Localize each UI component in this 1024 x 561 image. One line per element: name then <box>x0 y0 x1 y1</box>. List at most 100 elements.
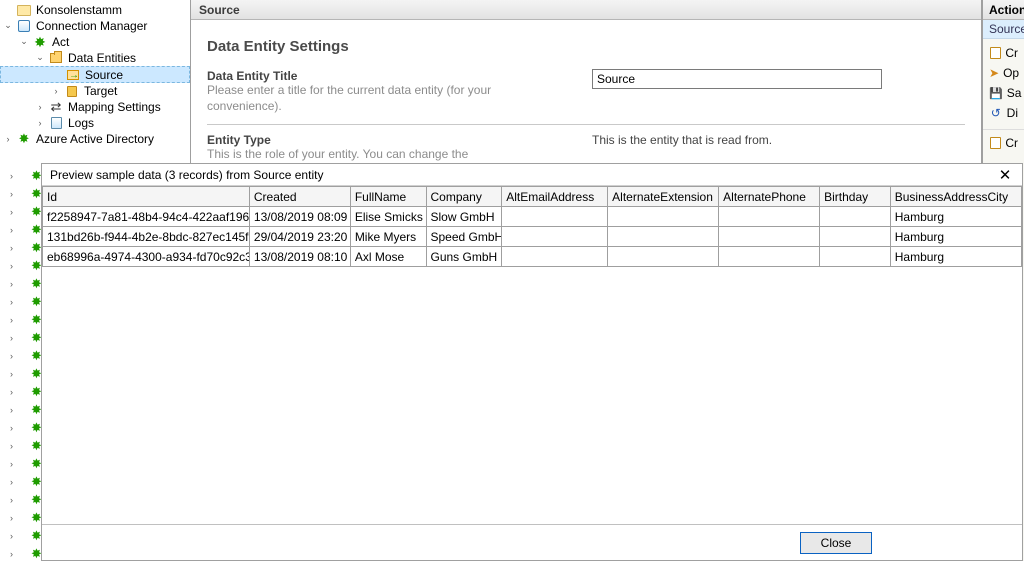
action-open[interactable]: Op <box>983 63 1024 83</box>
tree-label: Data Entities <box>66 50 138 66</box>
content-header: Source <box>191 0 981 20</box>
target-icon <box>64 83 80 99</box>
tree-label: Source <box>83 67 125 83</box>
preview-footer: Close <box>42 524 1022 560</box>
action-label: Cr <box>1005 136 1018 150</box>
action-create-2[interactable]: Cr <box>983 129 1024 149</box>
tree-label: Konsolenstamm <box>34 2 124 18</box>
source-icon <box>65 67 81 83</box>
tree-label: Azure Active Directory <box>34 131 156 147</box>
grid-cell: 13/08/2019 08:10 <box>249 247 350 267</box>
tree-label: Logs <box>66 115 96 131</box>
grid-header-cell[interactable]: AlternatePhone <box>719 187 820 207</box>
chevron-right-icon[interactable] <box>3 132 14 143</box>
tree-node-connection-manager[interactable]: Connection Manager <box>0 18 190 34</box>
tree-label: Target <box>82 83 119 99</box>
action-create[interactable]: Cr <box>983 43 1024 63</box>
grid-header-cell[interactable]: AlternateExtension <box>608 187 719 207</box>
grid-cell <box>502 207 608 227</box>
grid-cell <box>719 207 820 227</box>
tree-node-aad[interactable]: Azure Active Directory <box>0 131 190 147</box>
grid-cell <box>608 207 719 227</box>
entities-icon <box>48 50 64 66</box>
tree-label: Act <box>50 34 71 50</box>
tree-node-source[interactable]: Source <box>0 66 190 83</box>
horizontal-scrollbar[interactable] <box>46 480 1018 496</box>
connection-manager-icon <box>16 18 32 34</box>
grid-cell <box>820 247 891 267</box>
azure-ad-icon <box>16 131 32 147</box>
grid-cell: eb68996a-4974-4300-a934-fd70c92c33f4 <box>43 247 250 267</box>
grid-cell <box>719 247 820 267</box>
divider <box>207 124 965 125</box>
grid-header-cell[interactable]: Company <box>426 187 502 207</box>
chevron-right-icon[interactable] <box>35 100 46 111</box>
grid-header-cell[interactable]: Birthday <box>820 187 891 207</box>
tree-node-target[interactable]: Target <box>0 83 190 99</box>
grid-header-cell[interactable]: Id <box>43 187 250 207</box>
grid-cell <box>608 247 719 267</box>
grid-cell <box>608 227 719 247</box>
tree-node-logs[interactable]: Logs <box>0 115 190 131</box>
grid-cell: 29/04/2019 23:20 <box>249 227 350 247</box>
star-icon: ✸ <box>32 34 48 50</box>
table-row[interactable]: 131bd26b-f944-4b2e-8bdc-827ec145f8c629/0… <box>43 227 1022 247</box>
tree-label: Mapping Settings <box>66 99 163 115</box>
tree-collapsed-nodes: ›✸›✸›✸›✸›✸›✸›✸›✸›✸›✸›✸›✸›✸›✸›✸›✸›✸›✸›✸›✸… <box>10 168 30 561</box>
open-icon <box>989 66 999 80</box>
grid-cell <box>502 227 608 247</box>
field-label-title: Data Entity Title <box>207 69 552 83</box>
folder-icon <box>16 2 32 18</box>
close-button[interactable]: Close <box>800 532 872 554</box>
entity-type-value: This is the entity that is read from. <box>592 133 772 147</box>
grid-header-cell[interactable]: BusinessAddressCity <box>890 187 1021 207</box>
settings-heading: Data Entity Settings <box>207 38 965 55</box>
grid-cell: Elise Smicks <box>350 207 426 227</box>
grid-cell: 13/08/2019 08:09 <box>249 207 350 227</box>
chevron-right-icon[interactable] <box>35 116 46 127</box>
preview-title-text: Preview sample data (3 records) from Sou… <box>50 168 323 182</box>
grid-cell: Hamburg <box>890 207 1021 227</box>
action-label: Op <box>1003 66 1019 80</box>
grid-cell: Mike Myers <box>350 227 426 247</box>
new-doc-icon <box>989 136 1001 150</box>
action-save[interactable]: Sa <box>983 83 1024 103</box>
preview-dialog: Preview sample data (3 records) from Sou… <box>41 163 1023 561</box>
actions-header: Actions <box>983 0 1024 20</box>
tree-node-act[interactable]: ✸ Act <box>0 34 190 50</box>
save-icon <box>989 86 1003 100</box>
action-discard[interactable]: Di <box>983 103 1024 123</box>
field-desc-title: Please enter a title for the current dat… <box>207 83 552 114</box>
grid-cell: f2258947-7a81-48b4-94c4-422aaf196975 <box>43 207 250 227</box>
preview-titlebar: Preview sample data (3 records) from Sou… <box>42 164 1022 186</box>
preview-grid[interactable]: IdCreatedFullNameCompanyAltEmailAddressA… <box>42 186 1022 267</box>
grid-cell: Speed GmbH <box>426 227 502 247</box>
grid-cell <box>719 227 820 247</box>
chevron-down-icon[interactable] <box>3 19 14 30</box>
grid-cell: Guns GmbH <box>426 247 502 267</box>
tree-node-data-entities[interactable]: Data Entities <box>0 50 190 66</box>
field-desc-type: This is the role of your entity. You can… <box>207 147 552 163</box>
grid-header-cell[interactable]: Created <box>249 187 350 207</box>
logs-icon <box>48 115 64 131</box>
table-row[interactable]: eb68996a-4974-4300-a934-fd70c92c33f413/0… <box>43 247 1022 267</box>
grid-header-cell[interactable]: FullName <box>350 187 426 207</box>
grid-header-cell[interactable]: AltEmailAddress <box>502 187 608 207</box>
action-label: Sa <box>1007 86 1022 100</box>
undo-icon <box>989 106 1003 120</box>
chevron-down-icon[interactable] <box>19 35 30 46</box>
chevron-down-icon[interactable] <box>35 51 46 62</box>
entity-title-input[interactable] <box>592 69 882 89</box>
action-label: Cr <box>1005 46 1018 60</box>
tree-node-mapping[interactable]: Mapping Settings <box>0 99 190 115</box>
grid-cell: Hamburg <box>890 247 1021 267</box>
action-label: Di <box>1007 106 1018 120</box>
grid-cell: Slow GmbH <box>426 207 502 227</box>
table-row[interactable]: f2258947-7a81-48b4-94c4-422aaf19697513/0… <box>43 207 1022 227</box>
tree-node-root[interactable]: Konsolenstamm <box>0 2 190 18</box>
grid-cell: Hamburg <box>890 227 1021 247</box>
grid-cell: Axl Mose <box>350 247 426 267</box>
close-icon[interactable]: ✕ <box>996 166 1014 184</box>
grid-cell <box>502 247 608 267</box>
chevron-right-icon[interactable] <box>51 84 62 95</box>
